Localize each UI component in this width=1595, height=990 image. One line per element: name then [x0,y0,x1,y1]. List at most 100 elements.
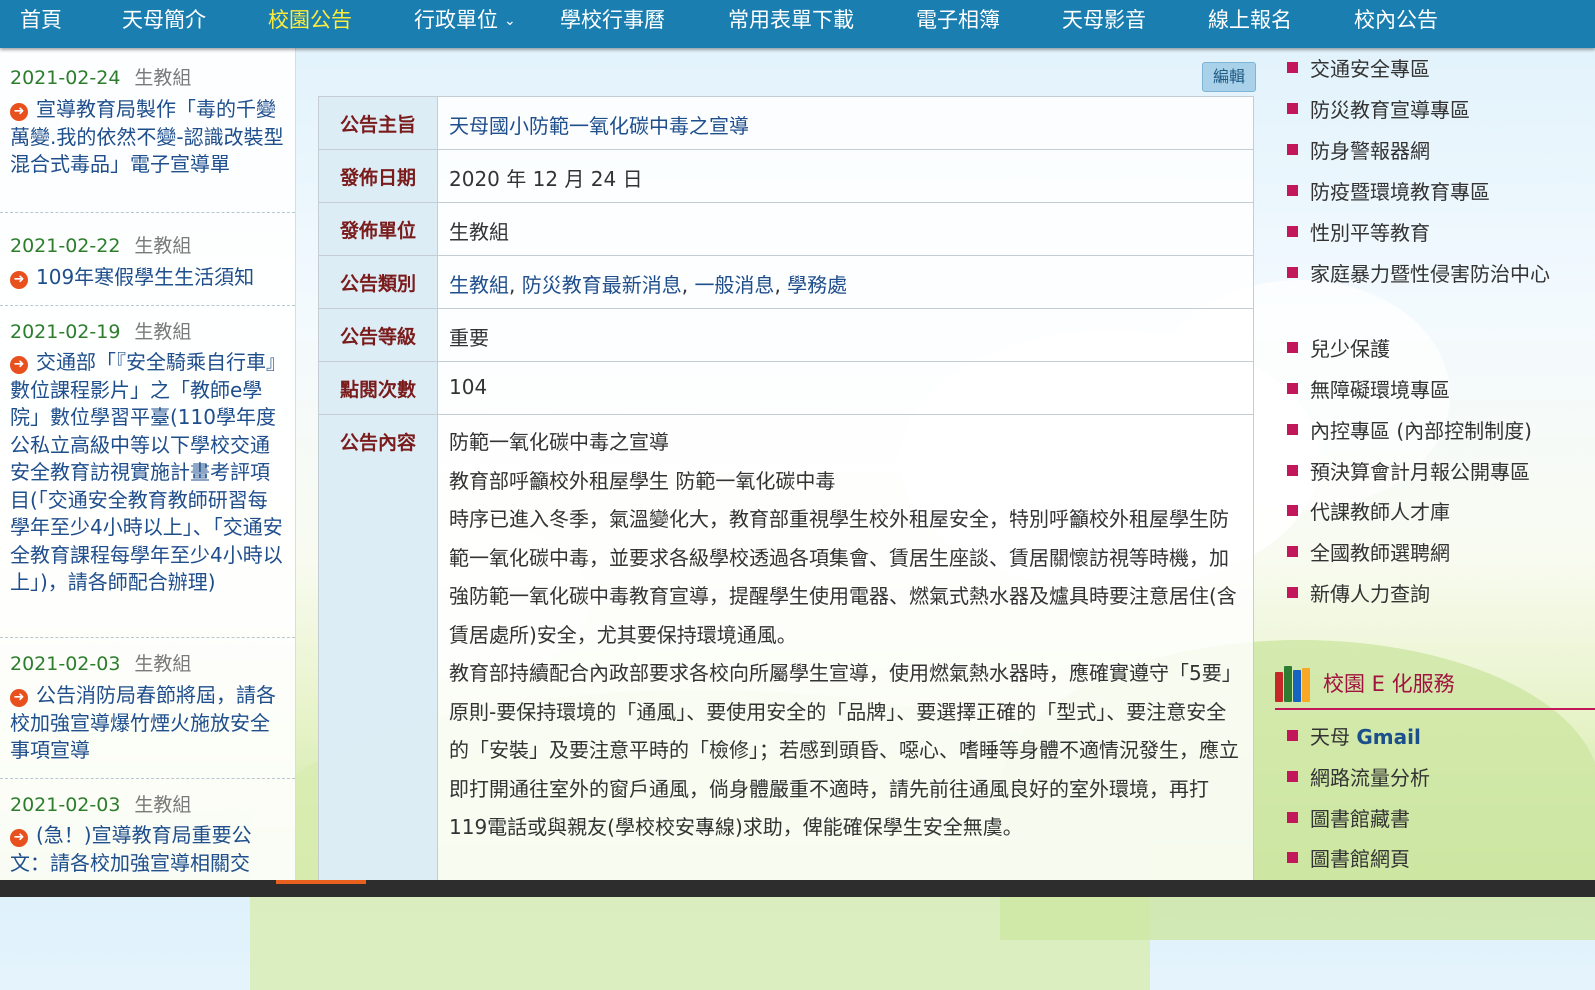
subject-value: 天母國小防範一氧化碳中毒之宣導 [437,96,1254,150]
news-title-link[interactable]: ➜ 公告消防局春節將屆，請各校加強宣導爆竹煙火施放安全事項宣導 [10,682,285,765]
row-date: 發佈日期 2020 年 12 月 24 日 [318,149,1254,203]
edit-button[interactable]: 編輯 [1202,62,1256,92]
nav-item-internal-news[interactable]: 校內公告 [1354,0,1438,48]
square-bullet-icon [1287,185,1298,196]
content-paragraph: 教育部持續配合內政部要求各校向所屬學生宣導，使用燃氣熱水器時，應確實遵守「5要」… [449,661,1242,839]
footer-bar [0,880,1595,897]
square-bullet-icon [1287,546,1298,557]
news-date: 2021-02-22 [10,235,121,257]
news-unit: 生教組 [134,67,192,89]
news-title-link[interactable]: ➜ (急！)宣導教育局重要公文：請各校加強宣導相關交 [10,822,285,877]
chevron-down-icon: ⌄ [504,13,516,29]
special-zone-link[interactable]: 內控專區 (內部控制制度) [1287,411,1577,451]
category-separator: , [774,273,788,297]
e-service-link[interactable]: 圖書館藏書 [1287,799,1577,839]
nav-item-calendar[interactable]: 學校行事曆 [560,0,665,48]
nav-item-photo-album[interactable]: 電子相簿 [916,0,1000,48]
special-zone-link[interactable]: 家庭暴力暨性侵害防治中心 [1287,256,1577,292]
special-zone-link[interactable]: 防災教育宣導專區 [1287,90,1577,130]
date-label: 發佈日期 [318,149,438,203]
arrow-circle-right-icon: ➜ [10,829,28,847]
category-separator: , [681,273,695,297]
news-list-item[interactable]: 2021-02-19 生教組 ➜ 交通部「『安全騎乘自行車』數位課程影片」之「教師e… [0,305,295,638]
special-zone-link[interactable]: 預決算會計月報公開專區 [1287,452,1577,492]
news-date: 2021-02-24 [10,67,121,89]
unit-value: 生教組 [437,202,1254,256]
square-bullet-icon [1287,852,1298,863]
news-title-link[interactable]: ➜ 交通部「『安全騎乘自行車』數位課程影片」之「教師e學院」數位學習平臺(110學… [10,349,285,597]
special-zone-link[interactable]: 無障礙環境專區 [1287,370,1577,410]
square-bullet-icon [1287,424,1298,435]
content-body: 防範一氧化碳中毒之宣導 教育部呼籲校外租屋學生 防範一氧化碳中毒 時序已進入冬季… [437,414,1254,894]
square-bullet-icon [1287,144,1298,155]
news-list-item[interactable]: 2021-02-22 生教組 ➜ 109年寒假學生生活須知 [0,212,295,306]
special-zone-link[interactable]: 交通安全專區 [1287,49,1577,89]
news-title-link[interactable]: ➜ 109年寒假學生生活須知 [10,264,285,292]
category-link[interactable]: 學務處 [787,273,847,297]
views-value: 104 [437,361,1254,415]
e-service-link-gmail[interactable]: 天母 Gmail [1287,717,1577,757]
nav-item-video[interactable]: 天母影音 [1062,0,1146,48]
category-label: 公告類別 [318,255,438,309]
square-bullet-icon [1287,771,1298,782]
square-bullet-icon [1287,505,1298,516]
announcement-detail-table: 公告主旨 天母國小防範一氧化碳中毒之宣導 發佈日期 2020 年 12 月 24… [318,96,1254,894]
special-zone-label: 無障礙環境專區 [1310,378,1450,402]
square-bullet-icon [1287,730,1298,741]
news-title-text: 宣導教育局製作「毒的千變萬變.我的依然不變-認識改裝型混合式毒品」電子宣導單 [10,97,284,176]
news-sidebar: 2021-02-24 生教組 ➜ 宣導教育局製作「毒的千變萬變.我的依然不變-認識改… [0,48,296,897]
row-unit: 發佈單位 生教組 [318,202,1254,256]
row-views: 點閱次數 104 [318,361,1254,415]
special-zone-label: 全國教師選聘網 [1310,541,1450,565]
square-bullet-icon [1287,62,1298,73]
news-title-text: (急！)宣導教育局重要公文：請各校加強宣導相關交 [10,823,252,875]
special-zone-label: 交通安全專區 [1310,57,1430,81]
arrow-circle-right-icon: ➜ [10,271,28,289]
special-zone-link[interactable]: 新傳人力查詢 [1287,574,1577,614]
news-title-link[interactable]: ➜ 宣導教育局製作「毒的千變萬變.我的依然不變-認識改裝型混合式毒品」電子宣導單 [10,96,285,179]
news-unit: 生教組 [134,321,192,343]
unit-label: 發佈單位 [318,202,438,256]
news-list-item[interactable]: 2021-02-03 生教組 ➜ 公告消防局春節將屆，請各校加強宣導爆竹煙火施放安全… [0,637,295,779]
special-zone-label: 防疫暨環境教育專區 [1310,180,1490,204]
e-service-label: 圖書館網頁 [1310,847,1410,871]
special-zone-link[interactable]: 全國教師選聘網 [1287,533,1577,573]
special-zone-sidebar: 交通安全專區 防災教育宣導專區 防身警報器網 防疫暨環境教育專區 性別平等教育 … [1275,48,1595,897]
news-date: 2021-02-03 [10,653,121,675]
special-zone-label: 性別平等教育 [1310,221,1430,245]
news-list-item[interactable]: 2021-02-24 生教組 ➜ 宣導教育局製作「毒的千變萬變.我的依然不變-認識改… [0,48,295,213]
square-bullet-icon [1287,267,1298,278]
news-date: 2021-02-03 [10,794,121,816]
square-bullet-icon [1287,812,1298,823]
content-paragraph: 防範一氧化碳中毒之宣導 [449,430,669,454]
special-zone-link[interactable]: 性別平等教育 [1287,213,1577,253]
content-paragraph: 教育部呼籲校外租屋學生 防範一氧化碳中毒 [449,468,836,493]
category-link[interactable]: 防災教育最新消息 [522,273,682,297]
e-services-title: 校園 E 化服務 [1323,672,1455,696]
nav-item-campus-news[interactable]: 校園公告 [268,0,352,48]
nav-item-online-signup[interactable]: 線上報名 [1208,0,1292,48]
level-value: 重要 [437,308,1254,362]
nav-item-forms[interactable]: 常用表單下載 [728,0,854,48]
news-unit: 生教組 [134,235,192,257]
date-value: 2020 年 12 月 24 日 [437,149,1254,203]
category-link[interactable]: 生教組 [449,273,509,297]
footer-accent [276,880,366,884]
category-link[interactable]: 一般消息 [694,273,774,297]
special-zone-link[interactable]: 防身警報器網 [1287,131,1577,171]
nav-item-admin-units[interactable]: 行政單位 ⌄ [414,0,516,48]
special-zone-link[interactable]: 防疫暨環境教育專區 [1287,172,1577,212]
subject-label: 公告主旨 [318,96,438,150]
e-service-label: 網路流量分析 [1310,766,1430,790]
arrow-circle-right-icon: ➜ [10,103,28,121]
nav-item-home[interactable]: 首頁 [20,0,62,48]
news-meta: 2021-02-24 生教組 [10,63,191,90]
e-service-link[interactable]: 圖書館網頁 [1287,839,1577,879]
news-meta: 2021-02-03 生教組 [10,790,191,817]
square-bullet-icon [1287,226,1298,237]
e-service-link[interactable]: 網路流量分析 [1287,758,1577,798]
views-label: 點閱次數 [318,361,438,415]
special-zone-link[interactable]: 兒少保護 [1287,329,1577,369]
special-zone-link[interactable]: 代課教師人才庫 [1287,492,1577,532]
nav-item-about[interactable]: 天母簡介 [122,0,206,48]
